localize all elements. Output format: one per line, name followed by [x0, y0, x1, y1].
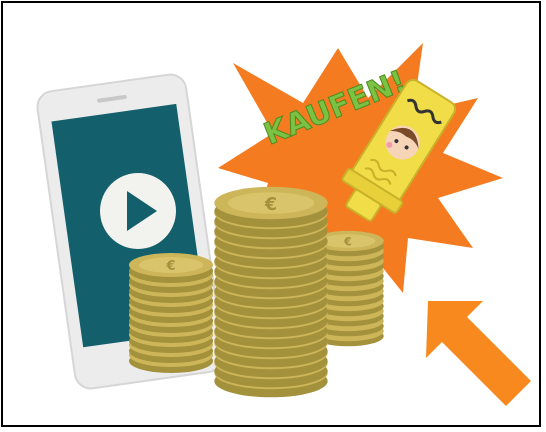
- play-icon: [100, 173, 176, 249]
- coin-top: [129, 253, 213, 283]
- coin-top: [214, 186, 328, 228]
- illustration-canvas: € KAUFEN!: [36, 43, 531, 406]
- illustration-frame: € KAUFEN!: [1, 1, 541, 427]
- arrow-icon: [426, 301, 531, 406]
